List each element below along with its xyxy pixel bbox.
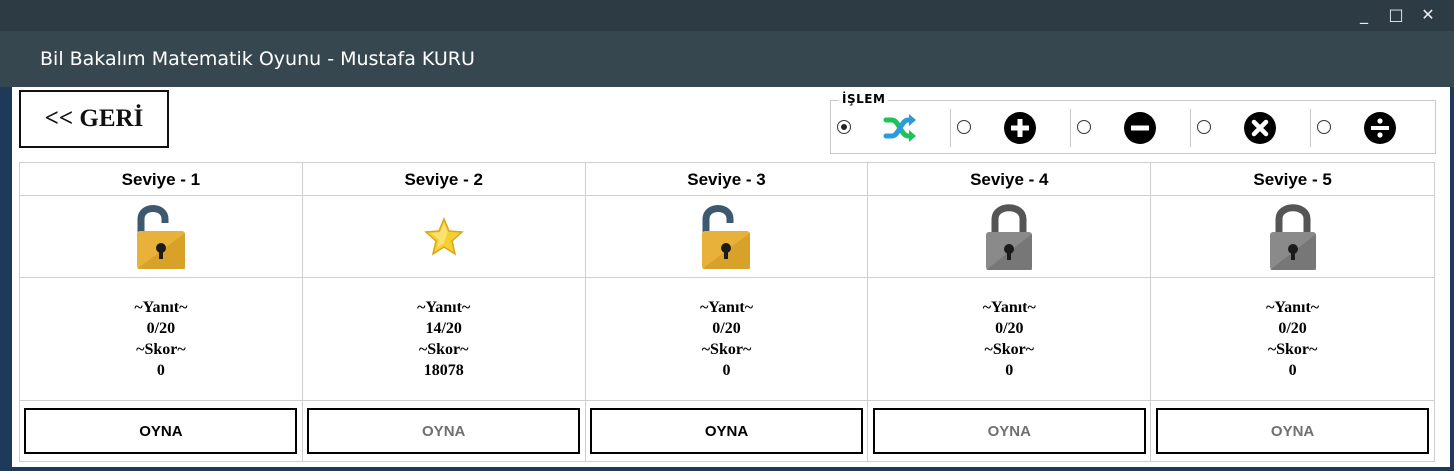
unlocked-padlock-icon (702, 204, 751, 269)
play-button-slot: OYNA (586, 401, 868, 461)
score-label: ~Skor~ (418, 341, 469, 358)
divide-icon (1364, 112, 1396, 144)
operation-option-multiply[interactable] (1191, 109, 1311, 147)
radio-multiply[interactable] (1197, 120, 1211, 134)
level-icon-slot (1151, 196, 1434, 278)
answer-value: 0/20 (146, 320, 176, 337)
star-icon (423, 216, 464, 256)
back-button[interactable]: << GERİ (19, 90, 169, 148)
play-button[interactable]: OYNA (24, 408, 298, 454)
play-button-slot: OYNA (20, 401, 302, 461)
level-card: Seviye - 2 ~Yanıt~ 14/20 ~Skor~ 18078 OY… (302, 163, 586, 461)
times-icon (1244, 112, 1276, 144)
play-button-slot: OYNA (868, 401, 1150, 461)
answer-value: 0/20 (1278, 320, 1307, 337)
answer-label: ~Yanıt~ (982, 299, 1036, 316)
locked-padlock-icon (1269, 203, 1316, 270)
radio-random[interactable] (837, 120, 851, 134)
answer-value: 0/20 (712, 320, 741, 337)
level-card: Seviye - 3 ~Yanıt~ 0/20 ~Skor~ 0 OYNA (585, 163, 869, 461)
score-value: 0 (1005, 362, 1014, 379)
play-button[interactable]: OYNA (1156, 408, 1430, 454)
level-card: Seviye - 1 ~Yanıt~ 0/20 ~Skor~ 0 OYNA (20, 163, 303, 461)
main-content: << GERİ İŞLEM Seviye - 1 ~Yanıt~ 0/20 ~S… (12, 87, 1450, 467)
answer-label: ~Yanıt~ (699, 299, 754, 316)
radio-divide[interactable] (1317, 120, 1331, 134)
maximize-button[interactable]: □ (1388, 6, 1404, 24)
plus-icon (1004, 112, 1036, 144)
minimize-button[interactable]: _ (1356, 6, 1372, 24)
shuffle-icon (883, 114, 916, 142)
play-button-slot: OYNA (1151, 401, 1434, 461)
operation-option-subtract[interactable] (1071, 109, 1191, 147)
radio-subtract[interactable] (1077, 120, 1091, 134)
answer-value: 0/20 (995, 320, 1024, 337)
level-icon-slot (868, 196, 1151, 278)
level-stats: ~Yanıt~ 0/20 ~Skor~ 0 (1151, 278, 1434, 401)
level-stats: ~Yanıt~ 14/20 ~Skor~ 18078 (302, 278, 585, 401)
level-icon-slot (20, 196, 302, 278)
play-button-slot: OYNA (303, 401, 585, 461)
unlocked-padlock-icon (136, 204, 185, 269)
operation-option-add[interactable] (951, 109, 1071, 147)
level-icon-slot (302, 196, 585, 278)
title-bar: Bil Bakalım Matematik Oyunu - Mustafa KU… (0, 31, 1454, 87)
operation-option-random[interactable] (831, 109, 951, 147)
answer-label: ~Yanıt~ (1266, 299, 1320, 316)
operation-group: İŞLEM (830, 92, 1436, 154)
answer-value: 14/20 (425, 320, 462, 337)
window-top-bar: _ □ ✕ (0, 0, 1454, 31)
score-label: ~Skor~ (984, 341, 1035, 358)
minus-icon (1124, 112, 1156, 144)
score-value: 0 (722, 362, 731, 379)
score-value: 18078 (423, 362, 464, 379)
level-stats: ~Yanıt~ 0/20 ~Skor~ 0 (868, 278, 1151, 401)
window-controls: _ □ ✕ (1356, 6, 1436, 24)
level-card: Seviye - 4 ~Yanıt~ 0/20 ~Skor~ 0 OYNA (868, 163, 1152, 461)
play-button[interactable]: OYNA (307, 408, 581, 454)
levels-grid: Seviye - 1 ~Yanıt~ 0/20 ~Skor~ 0 OYNA Se… (19, 162, 1435, 462)
level-title: Seviye - 1 (20, 163, 302, 196)
level-stats: ~Yanıt~ 0/20 ~Skor~ 0 (20, 278, 302, 401)
window-title: Bil Bakalım Matematik Oyunu - Mustafa KU… (40, 48, 475, 70)
level-title: Seviye - 3 (585, 163, 868, 196)
answer-label: ~Yanıt~ (134, 299, 188, 316)
answer-label: ~Yanıt~ (417, 299, 471, 316)
operation-option-divide[interactable] (1311, 109, 1431, 147)
level-stats: ~Yanıt~ 0/20 ~Skor~ 0 (585, 278, 868, 401)
operation-group-legend: İŞLEM (839, 92, 889, 106)
level-card: Seviye - 5 ~Yanıt~ 0/20 ~Skor~ 0 OYNA (1151, 163, 1434, 461)
score-label: ~Skor~ (701, 341, 752, 358)
level-title: Seviye - 2 (302, 163, 585, 196)
score-label: ~Skor~ (1267, 341, 1318, 358)
close-button[interactable]: ✕ (1420, 6, 1436, 24)
locked-padlock-icon (986, 203, 1033, 270)
score-value: 0 (1288, 362, 1297, 379)
level-title: Seviye - 4 (868, 163, 1151, 196)
play-button[interactable]: OYNA (589, 408, 863, 454)
score-value: 0 (156, 362, 165, 379)
play-button[interactable]: OYNA (872, 408, 1146, 454)
level-icon-slot (585, 196, 868, 278)
level-title: Seviye - 5 (1151, 163, 1434, 196)
score-label: ~Skor~ (136, 341, 186, 358)
radio-add[interactable] (957, 120, 971, 134)
